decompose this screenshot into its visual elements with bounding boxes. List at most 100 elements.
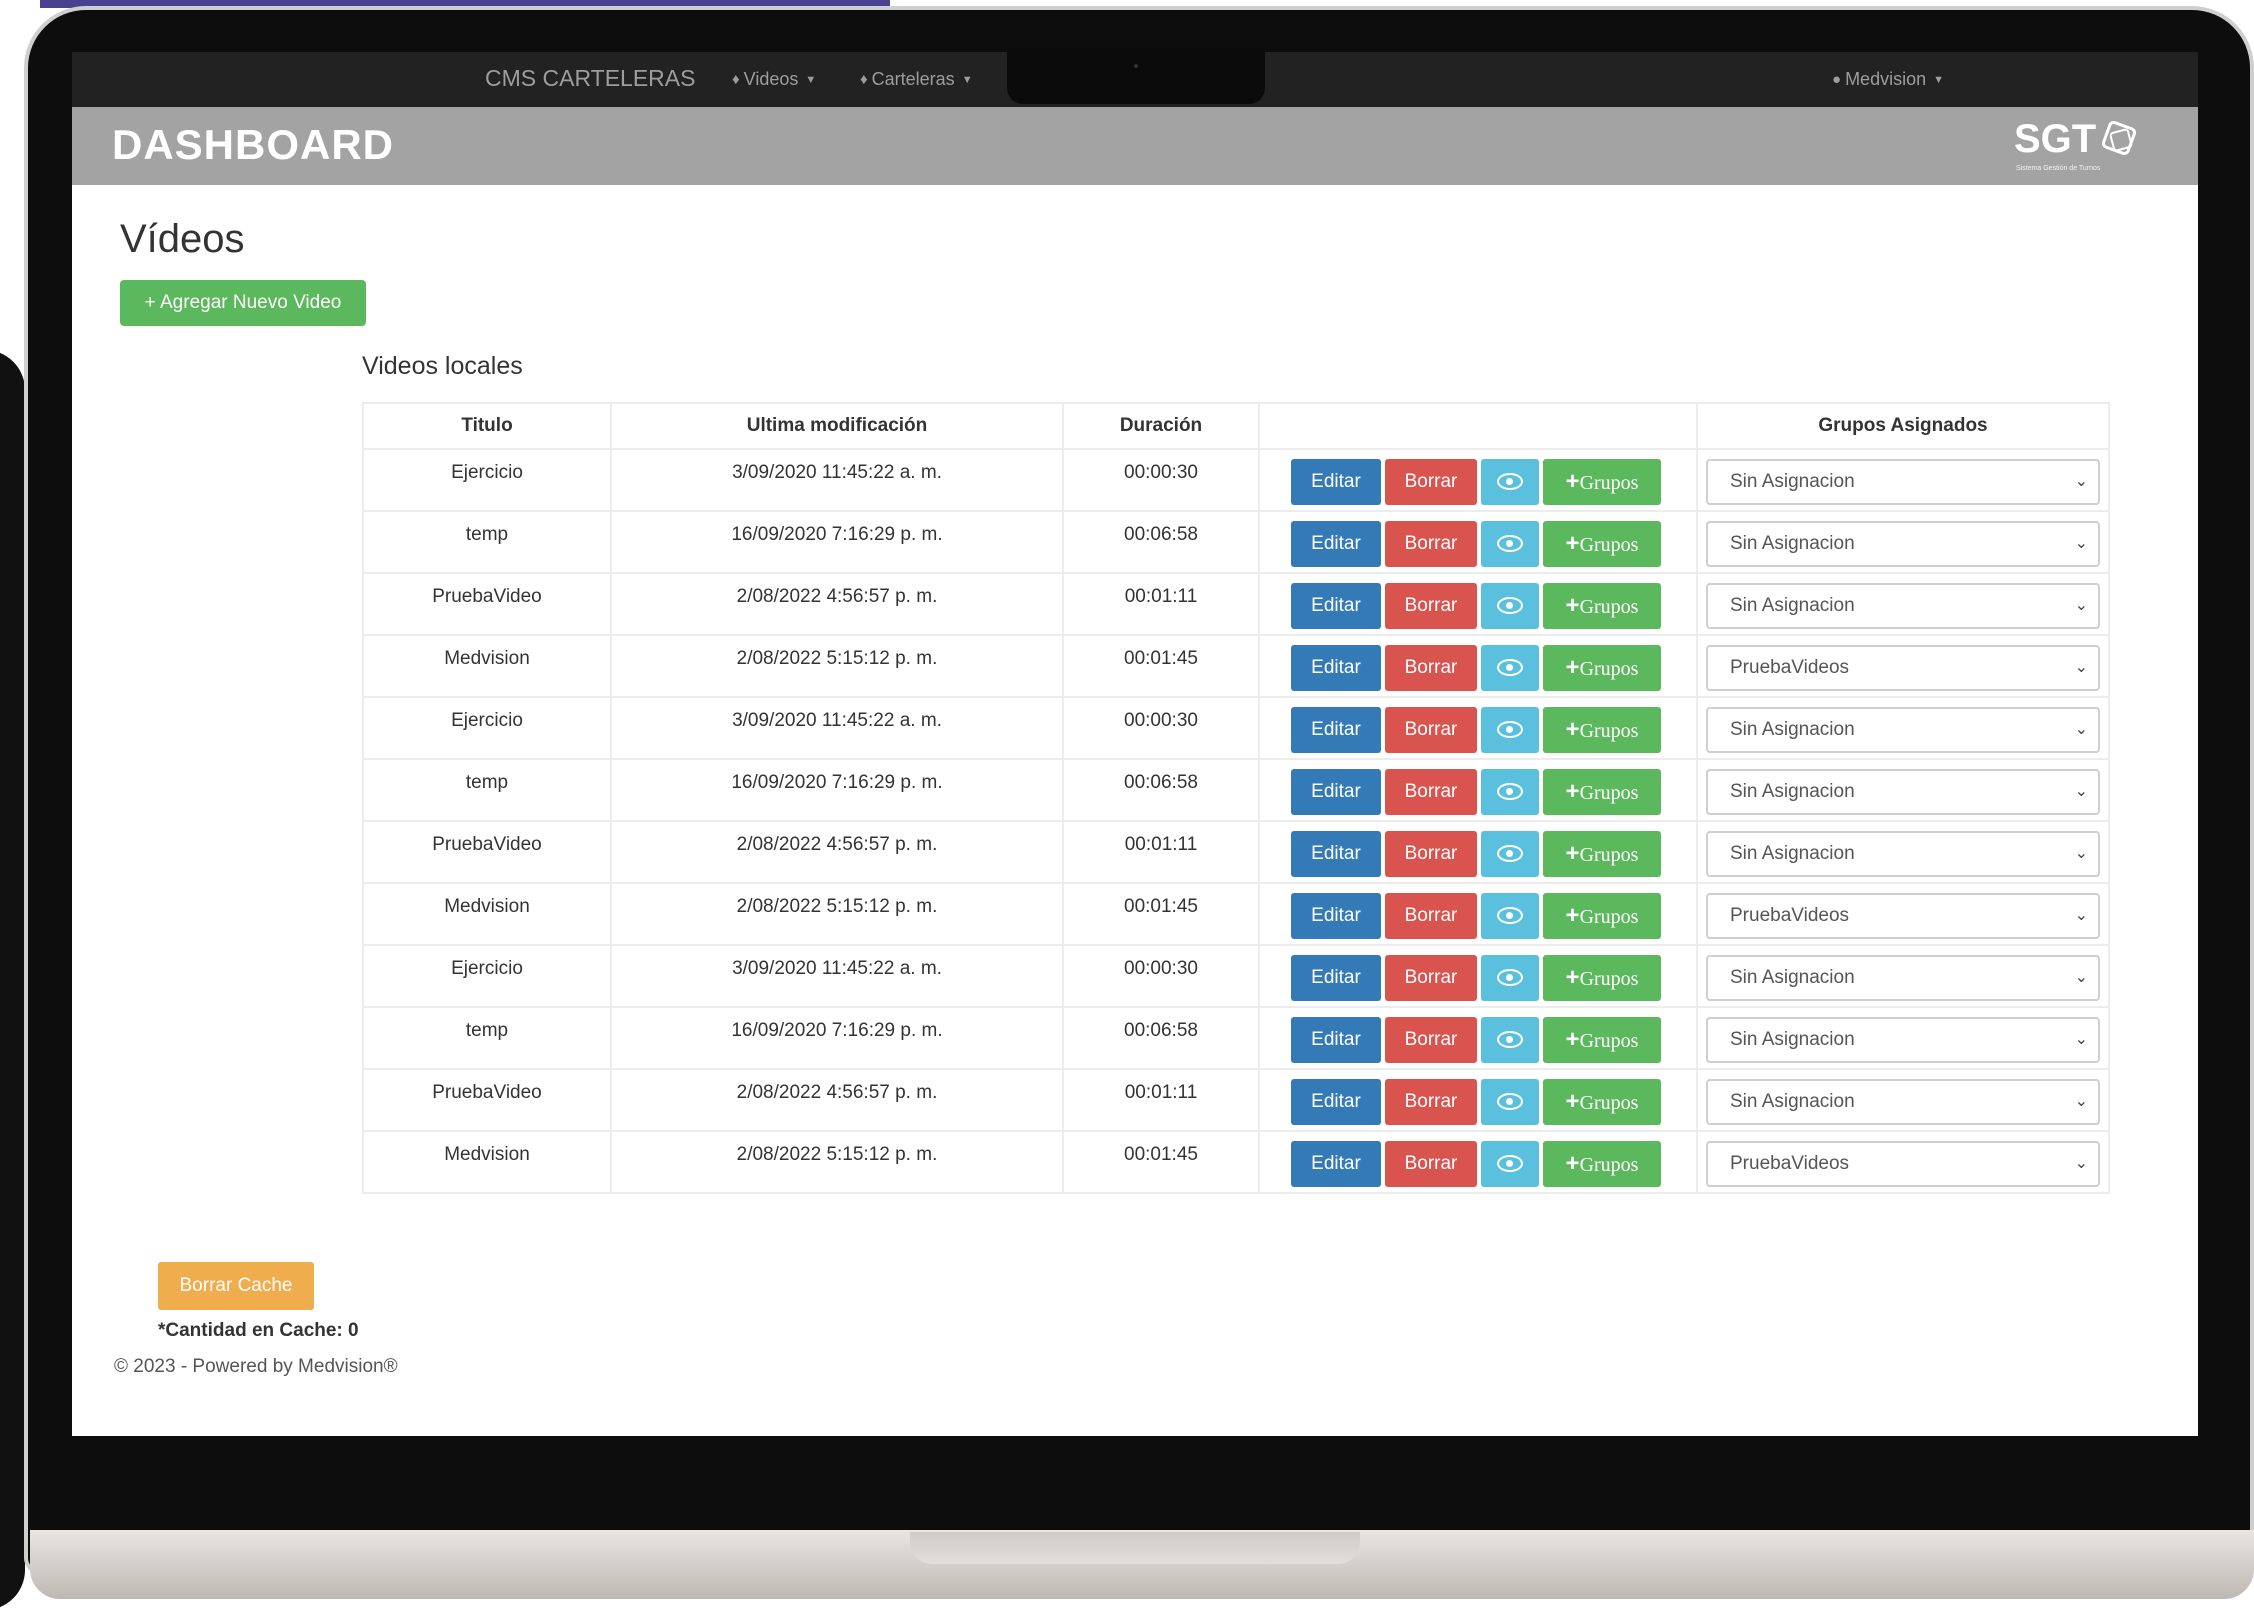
edit-button[interactable]: Editar	[1291, 1017, 1381, 1063]
edit-button[interactable]: Editar	[1291, 955, 1381, 1001]
view-button[interactable]	[1481, 583, 1539, 629]
view-button[interactable]	[1481, 1141, 1539, 1187]
edit-button[interactable]: Editar	[1291, 645, 1381, 691]
delete-button[interactable]: Borrar	[1385, 1017, 1477, 1063]
add-groups-button[interactable]: +Grupos	[1543, 893, 1661, 939]
group-select[interactable]: PruebaVideos ⌄	[1706, 893, 2100, 939]
delete-button[interactable]: Borrar	[1385, 707, 1477, 753]
view-button[interactable]	[1481, 769, 1539, 815]
cell-groups: Sin Asignacion ⌄	[1696, 448, 2110, 512]
delete-button[interactable]: Borrar	[1385, 893, 1477, 939]
edit-button[interactable]: Editar	[1291, 1079, 1381, 1125]
view-button[interactable]	[1481, 707, 1539, 753]
add-groups-label: Grupos	[1579, 1154, 1639, 1176]
column-header-actions	[1258, 402, 1698, 450]
group-select[interactable]: Sin Asignacion ⌄	[1706, 1079, 2100, 1125]
cell-groups: Sin Asignacion ⌄	[1696, 820, 2110, 884]
group-select[interactable]: PruebaVideos ⌄	[1706, 1141, 2100, 1187]
cell-duration: 00:01:11	[1062, 820, 1260, 884]
edit-button[interactable]: Editar	[1291, 1141, 1381, 1187]
delete-button[interactable]: Borrar	[1385, 1141, 1477, 1187]
group-select-value: PruebaVideos	[1730, 1153, 1850, 1174]
laptop-base-notch	[910, 1532, 1360, 1564]
clear-cache-button[interactable]: Borrar Cache	[158, 1262, 314, 1310]
group-select[interactable]: Sin Asignacion ⌄	[1706, 459, 2100, 505]
delete-button[interactable]: Borrar	[1385, 831, 1477, 877]
add-groups-button[interactable]: +Grupos	[1543, 707, 1661, 753]
edit-button[interactable]: Editar	[1291, 893, 1381, 939]
navbar-brand[interactable]: CMS CARTELERAS	[485, 65, 695, 92]
user-name: Medvision	[1845, 69, 1927, 89]
group-select[interactable]: Sin Asignacion ⌄	[1706, 769, 2100, 815]
nav-item-carteleras[interactable]: ♦ Carteleras ▼	[860, 69, 973, 90]
delete-button[interactable]: Borrar	[1385, 1079, 1477, 1125]
edit-button[interactable]: Editar	[1291, 707, 1381, 753]
add-groups-button[interactable]: +Grupos	[1543, 1017, 1661, 1063]
delete-button[interactable]: Borrar	[1385, 583, 1477, 629]
add-groups-button[interactable]: +Grupos	[1543, 955, 1661, 1001]
edit-button[interactable]: Editar	[1291, 831, 1381, 877]
view-button[interactable]	[1481, 521, 1539, 567]
column-header-duration[interactable]: Duración	[1062, 402, 1260, 450]
cell-title: temp	[362, 1006, 612, 1070]
add-groups-button[interactable]: +Grupos	[1543, 645, 1661, 691]
nav-item-videos[interactable]: ♦ Videos ▼	[732, 69, 816, 90]
cell-title: PruebaVideo	[362, 572, 612, 636]
view-button[interactable]	[1481, 459, 1539, 505]
view-button[interactable]	[1481, 893, 1539, 939]
group-select[interactable]: Sin Asignacion ⌄	[1706, 831, 2100, 877]
delete-button[interactable]: Borrar	[1385, 459, 1477, 505]
add-groups-button[interactable]: +Grupos	[1543, 521, 1661, 567]
group-select[interactable]: Sin Asignacion ⌄	[1706, 583, 2100, 629]
edit-button[interactable]: Editar	[1291, 769, 1381, 815]
cell-actions: Editar Borrar +Grupos	[1258, 944, 1698, 1008]
column-header-modified[interactable]: Ultima modificación	[610, 402, 1064, 450]
view-button[interactable]	[1481, 955, 1539, 1001]
add-groups-button[interactable]: +Grupos	[1543, 583, 1661, 629]
add-groups-button[interactable]: +Grupos	[1543, 1079, 1661, 1125]
add-groups-button[interactable]: +Grupos	[1543, 459, 1661, 505]
group-select[interactable]: Sin Asignacion ⌄	[1706, 707, 2100, 753]
delete-button[interactable]: Borrar	[1385, 769, 1477, 815]
table-row: PruebaVideo 2/08/2022 4:56:57 p. m. 00:01:…	[362, 1068, 2110, 1132]
edit-button[interactable]: Editar	[1291, 583, 1381, 629]
cell-modified: 2/08/2022 4:56:57 p. m.	[610, 820, 1064, 884]
edit-button[interactable]: Editar	[1291, 521, 1381, 567]
nav-user-menu[interactable]: ● Medvision ▼	[1832, 69, 1944, 90]
cell-duration: 00:06:58	[1062, 758, 1260, 822]
add-groups-button[interactable]: +Grupos	[1543, 831, 1661, 877]
eye-icon	[1497, 659, 1523, 676]
delete-button[interactable]: Borrar	[1385, 955, 1477, 1001]
add-groups-label: Grupos	[1579, 968, 1639, 990]
group-select-value: Sin Asignacion	[1730, 1029, 1855, 1050]
edit-button[interactable]: Editar	[1291, 459, 1381, 505]
view-button[interactable]	[1481, 1079, 1539, 1125]
page-title: Vídeos	[120, 217, 245, 261]
cell-modified: 3/09/2020 11:45:22 a. m.	[610, 448, 1064, 512]
column-header-title[interactable]: Titulo	[362, 402, 612, 450]
add-groups-button[interactable]: +Grupos	[1543, 1141, 1661, 1187]
cell-title: Medvision	[362, 634, 612, 698]
group-select[interactable]: Sin Asignacion ⌄	[1706, 1017, 2100, 1063]
view-button[interactable]	[1481, 645, 1539, 691]
add-groups-button[interactable]: +Grupos	[1543, 769, 1661, 815]
background-strip	[40, 0, 890, 8]
nav-item-label: Videos	[743, 69, 799, 89]
add-video-button[interactable]: + Agregar Nuevo Video	[120, 280, 366, 326]
group-select[interactable]: Sin Asignacion ⌄	[1706, 955, 2100, 1001]
sgt-logo: SGT Sistema Gestión de Turnos	[2014, 117, 2154, 177]
eye-icon	[1497, 1031, 1523, 1048]
group-select[interactable]: PruebaVideos ⌄	[1706, 645, 2100, 691]
column-header-groups[interactable]: Grupos Asignados	[1696, 402, 2110, 450]
eye-icon	[1497, 969, 1523, 986]
delete-button[interactable]: Borrar	[1385, 521, 1477, 567]
group-select-value: Sin Asignacion	[1730, 471, 1855, 492]
view-button[interactable]	[1481, 1017, 1539, 1063]
eye-icon	[1497, 783, 1523, 800]
delete-button[interactable]: Borrar	[1385, 645, 1477, 691]
group-select[interactable]: Sin Asignacion ⌄	[1706, 521, 2100, 567]
eye-icon	[1497, 473, 1523, 490]
table-row: temp 16/09/2020 7:16:29 p. m. 00:06:58 Edit…	[362, 1006, 2110, 1070]
view-button[interactable]	[1481, 831, 1539, 877]
videos-table-wrapper: Titulo Ultima modificación Duración Grup…	[362, 402, 2110, 1194]
